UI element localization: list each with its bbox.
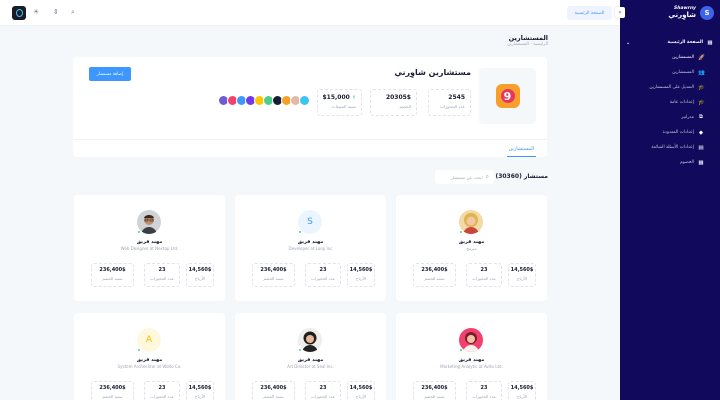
consultant-position: Art Director at Seal Inc. [287,364,334,369]
sidebar-item-label: إعدادات المعدودة [662,130,694,135]
consultant-name: مهند قريق [297,357,324,363]
sun-icon[interactable]: ☀ [33,8,39,16]
add-consultant-button[interactable]: إضافة مستشار [89,67,131,81]
consultant-stat: 236,400$ نسبة الخصم [91,263,134,287]
company-name: مستشارين شاوِرني [394,68,471,77]
consultant-stat: 236,400$ نسبة الخصم [413,381,456,400]
hat-icon: 🎓 [698,99,705,106]
consultant-stat: 236,400$ نسبة الخصم [91,381,134,400]
diamond-icon: ◆ [698,129,704,136]
consultant-name: مهند قريق [136,239,163,245]
sidebar-item-label: الصفحة الرئيسية [667,40,703,45]
sidebar-item-8[interactable]: الخصوم ▦ [620,155,720,170]
consultant-stat: 236,400$ نسبة الخصم [252,263,295,287]
sidebar-item-1[interactable]: المستشارين 🚀 [620,50,720,65]
search-icon[interactable]: ⌕ [71,8,75,17]
consultant-stat: 14,560$ الأرباح [347,263,375,287]
consultant-name: مهند قريق [297,239,324,245]
search-input[interactable]: ابحث عن مستشار ⌕ [435,170,494,184]
sidebar-item-3[interactable]: التعديل على المستشارين 🎓 [620,80,720,95]
app-logo[interactable] [12,6,26,20]
consultant-stat: 23 عدد الحجوزات [144,381,180,400]
brand-arabic: شاوِرني [668,10,696,19]
consultant-stat: 23 عدد الحجوزات [144,263,180,287]
sidebar-item-4[interactable]: إعدادات عامة 🎓 [620,95,720,110]
brand[interactable]: Shawrny شاوِرني S [620,0,720,26]
online-status-dot [459,230,463,234]
consultant-stat: 14,560$ الأرباح [508,263,536,287]
arrow-up-icon: ↑ [351,94,356,101]
consultant-position: Developer at Loop Inc [288,246,333,251]
tab-consultants[interactable]: المستشارين [506,141,536,157]
sidebar-menu: الصفحة الرئيسية ▦ ⌄ المستشارين 🚀 المستشارين 👥 ا… [620,35,720,170]
sidebar-item-label: الخصوم [680,160,694,165]
consultant-stat: 236,400$ نسبة الخصم [252,381,295,400]
hat-icon: 🎓 [698,84,705,91]
consultant-stat: 236,400$ نسبة الخصم [413,263,456,287]
consultants-count: مستشار (30360) [495,173,548,180]
consultant-card[interactable]: مهند قريق Web Designer at Nextop Ltd. 14,5… [74,195,225,301]
consultant-stat: 23 عدد الحجوزات [466,263,502,287]
sidebar-item-7[interactable]: إعدادات الأسئلة الشائعة ▤ [620,140,720,155]
stat-sales: $15,000 ↑ نسبة المبيعات [317,89,362,116]
nine-logo-icon: 9 [500,89,515,103]
consultant-position: مبرمج [466,246,477,251]
sidebar-item-label: إعدادات عامة [669,100,694,105]
sidebar-item-label: التعديل على المستشارين [649,85,694,90]
page-title: المستشارين [508,34,548,42]
brand-logo-icon: S [700,6,714,20]
collapse-sidebar-icon[interactable]: « [615,7,625,18]
home-button[interactable]: الصفحة الرئيسية [567,6,612,20]
consultant-name: مهند قريق [458,239,485,245]
consultant-stat: 23 عدد الحجوزات [305,381,341,400]
company-logo: 9 [479,68,536,124]
online-status-dot [137,230,141,234]
sidebar-item-0[interactable]: الصفحة الرئيسية ▦ ⌄ [620,35,720,50]
company-card: 9 مستشارين شاوِرني 2545 عدد الحجوزات 203… [73,57,547,157]
top-bar: ☀ ⇕ ⌕ الصفحة الرئيسية [0,0,620,26]
layers-icon: ⧉ [699,114,703,120]
users-icon: 👥 [698,69,705,76]
consultant-name: مهند قريق [136,357,163,363]
consultant-card[interactable]: S مهند قريق Developer at Loop Inc 14,560$ ال… [235,195,386,301]
stat-discount: 20305$ الخصم [370,89,417,116]
consultant-stat: 14,560$ الأرباح [347,381,375,400]
sidebar-item-label: المستشارين [672,55,694,60]
sidebar: « Shawrny شاوِرني S الصفحة الرئيسية ▦ ⌄ الم… [615,0,720,400]
consultant-position: System Arcitechtor at Wolto Co. [117,364,182,369]
search-icon: ⌕ [485,173,489,180]
consultant-card[interactable]: A مهند قريق System Arcitechtor at Wolto Co… [74,313,225,400]
consultant-position: Web Designer at Nextop Ltd. [120,246,179,251]
bars-icon: ▤ [698,144,704,151]
online-status-dot [137,348,141,352]
consultant-card[interactable]: مهند قريق Marketing Analytic at Avito Ltd… [396,313,547,400]
avatar-group[interactable] [218,95,310,106]
consultant-position: Marketing Analytic at Avito Ltd. [440,364,503,369]
arrows-icon[interactable]: ⇕ [53,8,59,16]
sidebar-item-6[interactable]: إعدادات المعدودة ◆ [620,125,720,140]
sidebar-item-label: المستشارين [672,70,694,75]
online-status-dot [459,348,463,352]
sidebar-item-5[interactable]: مدراتير ⧉ [620,110,720,125]
avatar[interactable] [299,95,310,106]
grid-icon: ▦ [707,39,713,46]
consultant-stat: 14,560$ الأرباح [508,381,536,400]
sidebar-item-2[interactable]: المستشارين 👥 [620,65,720,80]
stat-bookings: 2545 عدد الحجوزات [428,89,471,116]
consultant-stat: 23 عدد الحجوزات [305,263,341,287]
chevron-down-icon: ⌄ [626,39,631,46]
calendar-icon: ▦ [698,159,704,166]
online-status-dot [298,348,302,352]
consultant-stat: 14,560$ الأرباح [186,381,214,400]
sidebar-item-label: إعدادات الأسئلة الشائعة [651,145,694,150]
consultant-card[interactable]: مهند قريق Art Director at Seal Inc. 14,560… [235,313,386,400]
breadcrumb: الرئيسية - المستشارين [507,42,548,47]
online-status-dot [298,230,302,234]
consultant-stat: 23 عدد الحجوزات [466,381,502,400]
rocket-icon: 🚀 [698,54,705,61]
consultant-name: مهند قريق [458,357,485,363]
sidebar-item-label: مدراتير [681,115,694,120]
consultant-stat: 14,560$ الأرباح [186,263,214,287]
consultant-card[interactable]: مهند قريق مبرمج 14,560$ الأرباح 23 عدد الحجوز… [396,195,547,301]
